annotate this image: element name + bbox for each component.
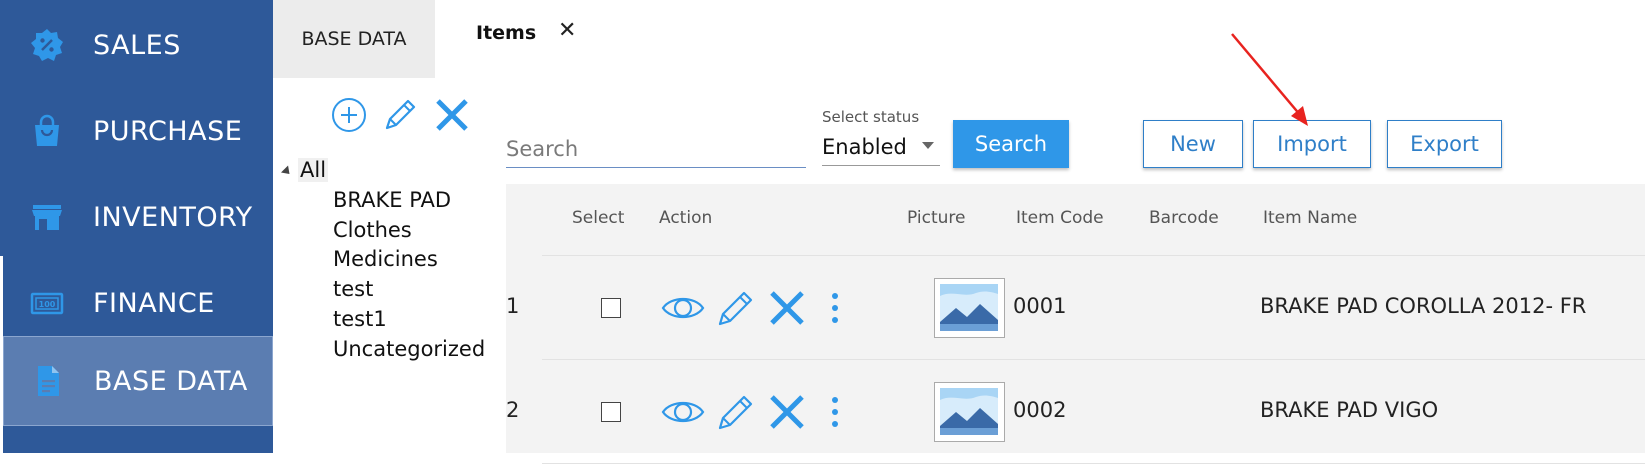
sidebar-item-finance[interactable]: 100 FINANCE (3, 258, 273, 348)
column-header-item-name[interactable]: Item Name (1263, 208, 1357, 228)
tree-toolbar (330, 96, 490, 138)
row-checkbox[interactable] (601, 298, 621, 318)
items-table: Select Action Picture Item Code Barcode … (506, 184, 1645, 464)
row-body: 0002 BRAKE PAD VIGO (542, 360, 1645, 464)
money-icon: 100 (30, 292, 64, 315)
tab-base-data[interactable]: BASE DATA (273, 0, 435, 78)
tree-root-label: All (298, 158, 329, 182)
sidebar-item-label: INVENTORY (93, 201, 253, 233)
search-input[interactable] (506, 130, 806, 168)
image-placeholder-icon (940, 388, 998, 435)
view-eye-icon[interactable] (661, 286, 705, 330)
tree-item[interactable]: Uncategorized (333, 337, 485, 361)
column-header-item-code[interactable]: Item Code (1016, 208, 1104, 228)
column-header-picture[interactable]: Picture (907, 208, 965, 228)
row-checkbox[interactable] (601, 402, 621, 422)
more-vertical-icon[interactable] (823, 286, 847, 330)
sidebar-item-next[interactable] (3, 426, 273, 453)
sidebar-item-label: FINANCE (93, 287, 215, 319)
tab-label: BASE DATA (301, 28, 407, 50)
close-tab-icon[interactable]: ✕ (558, 18, 576, 43)
tab-items[interactable]: Items (476, 22, 536, 44)
status-select[interactable]: Enabled (822, 128, 940, 166)
tree-item[interactable]: test1 (333, 307, 387, 331)
sidebar-item-sales[interactable]: SALES (3, 0, 273, 90)
tree-root[interactable]: All (280, 158, 329, 182)
item-picture[interactable] (934, 278, 1005, 338)
export-button[interactable]: Export (1387, 120, 1502, 168)
item-name-cell: BRAKE PAD COROLLA 2012- FR (1260, 294, 1587, 318)
sidebar-item-purchase[interactable]: PURCHASE (3, 86, 273, 176)
expand-triangle-icon[interactable] (280, 164, 294, 178)
new-button[interactable]: New (1143, 120, 1243, 168)
item-code-cell: 0002 (1013, 398, 1067, 422)
chevron-down-icon (922, 142, 934, 149)
table-row[interactable]: 1 0001 BRAKE PAD COROLLA 2012- FR (506, 256, 1645, 360)
tree-item[interactable]: test (333, 277, 373, 301)
item-code-cell: 0001 (1013, 294, 1067, 318)
add-circle-icon[interactable] (330, 96, 368, 134)
delete-icon[interactable] (433, 96, 471, 134)
svg-text:100: 100 (39, 300, 56, 309)
sidebar-item-inventory[interactable]: INVENTORY (3, 172, 273, 262)
tree-item[interactable]: Medicines (333, 247, 438, 271)
image-placeholder-icon (940, 284, 998, 331)
import-button[interactable]: Import (1253, 120, 1371, 168)
delete-icon[interactable] (765, 390, 809, 434)
tree-item[interactable]: BRAKE PAD (333, 188, 451, 212)
edit-icon[interactable] (713, 390, 757, 434)
sidebar-item-label: BASE DATA (94, 365, 248, 397)
column-header-select[interactable]: Select (572, 208, 624, 228)
tree-item[interactable]: Clothes (333, 218, 412, 242)
view-eye-icon[interactable] (661, 390, 705, 434)
sidebar-item-base-data[interactable]: BASE DATA (3, 336, 273, 426)
column-header-barcode[interactable]: Barcode (1149, 208, 1219, 228)
row-body: 0001 BRAKE PAD COROLLA 2012- FR (542, 256, 1645, 360)
more-vertical-icon[interactable] (823, 390, 847, 434)
item-picture[interactable] (934, 382, 1005, 442)
store-icon (32, 205, 62, 230)
table-row[interactable]: 2 0002 BRAKE PAD VIGO (506, 360, 1645, 464)
document-icon (38, 366, 59, 396)
table-header: Select Action Picture Item Code Barcode … (542, 184, 1645, 256)
row-number: 1 (506, 294, 520, 318)
sidebar-item-label: SALES (93, 29, 181, 61)
item-name-cell: BRAKE PAD VIGO (1260, 398, 1439, 422)
sidebar-item-label: PURCHASE (93, 115, 243, 147)
sidebar: SALES PURCHASE INVENTORY 100 FINANCE BAS… (3, 0, 273, 453)
status-value: Enabled (822, 134, 907, 159)
sales-badge-icon (31, 29, 63, 61)
edit-icon[interactable] (713, 286, 757, 330)
status-caption: Select status (822, 108, 920, 126)
shopping-bag-icon (35, 114, 59, 146)
search-button[interactable]: Search (953, 120, 1069, 168)
edit-icon[interactable] (381, 96, 419, 134)
delete-icon[interactable] (765, 286, 809, 330)
row-number: 2 (506, 398, 520, 422)
column-header-action[interactable]: Action (659, 208, 712, 228)
